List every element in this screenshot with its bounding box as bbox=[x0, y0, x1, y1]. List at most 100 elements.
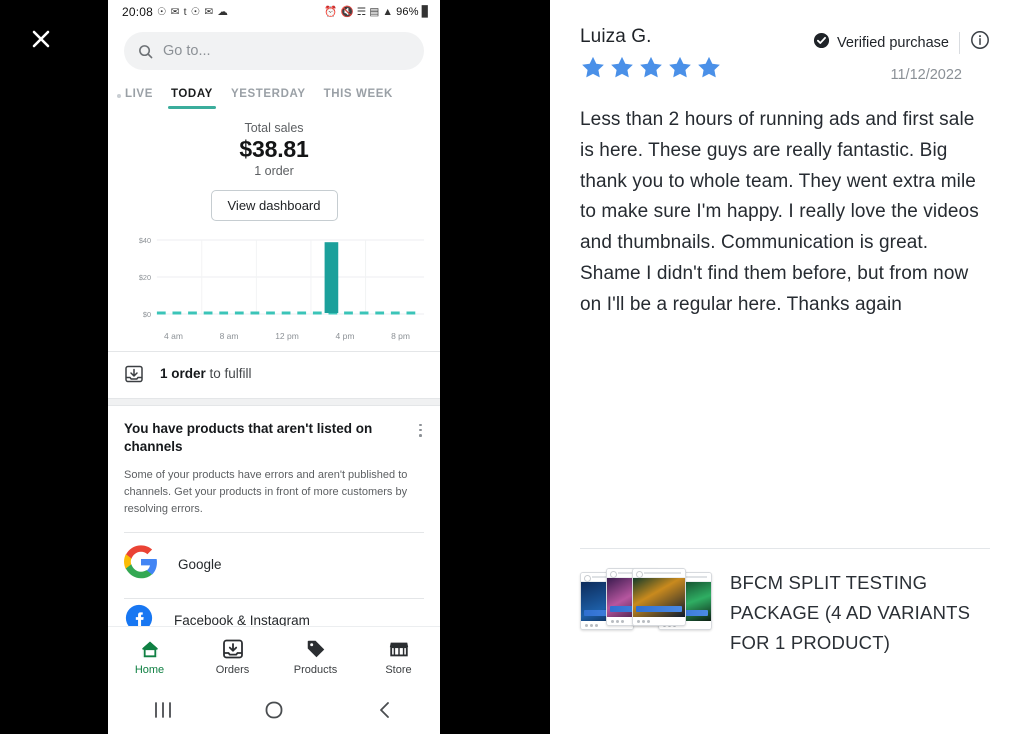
fulfill-count: 1 order bbox=[160, 366, 206, 382]
orders-to-fulfill-row[interactable]: 1 order to fulfill bbox=[108, 352, 440, 398]
close-icon bbox=[31, 29, 51, 49]
mute-icon: 🔇 bbox=[340, 5, 354, 18]
nav-item-products[interactable]: Products bbox=[281, 638, 351, 676]
reviewed-product[interactable]: BFCM SPLIT TESTING PACKAGE (4 AD VARIANT… bbox=[580, 566, 1002, 658]
product-title: BFCM SPLIT TESTING PACKAGE (4 AD VARIANT… bbox=[730, 572, 971, 654]
home-icon bbox=[139, 638, 161, 660]
alarm-icon: ⏰ bbox=[324, 5, 338, 18]
fulfill-text: 1 order to fulfill bbox=[160, 366, 252, 381]
google-icon bbox=[124, 545, 158, 584]
status-time: 20:08 bbox=[122, 5, 154, 19]
alarm-icon: ☉ bbox=[157, 5, 167, 18]
verified-label: Verified purchase bbox=[836, 34, 949, 51]
view-dashboard-button[interactable]: View dashboard bbox=[210, 189, 338, 221]
star-icon bbox=[640, 56, 662, 78]
stat-visitors[interactable]: tors 1 now bbox=[108, 121, 206, 178]
mail-icon: ✉ bbox=[170, 5, 180, 18]
stat-value: 58 bbox=[342, 135, 440, 164]
tab-this-week[interactable]: THIS WEEK bbox=[315, 84, 402, 109]
nav-item-home[interactable]: Home bbox=[115, 638, 185, 676]
info-icon[interactable] bbox=[970, 30, 990, 55]
verified-purchase-badge: Verified purchase bbox=[813, 32, 949, 53]
x-tick: 12 pm bbox=[275, 330, 299, 341]
cloud-icon: ☁ bbox=[217, 5, 229, 18]
bottom-navigation: Home Orders Products Store bbox=[108, 626, 440, 686]
review-panel: Luiza G. Verified purchase 11/12/2022 Le… bbox=[550, 0, 1024, 734]
svg-text:$40: $40 bbox=[139, 236, 151, 245]
sales-chart: $40 $20 $0 4 am 8 am 12 pm 4 pm 8 pm bbox=[108, 223, 440, 343]
stat-label: tors bbox=[108, 121, 206, 135]
android-system-nav bbox=[108, 686, 440, 734]
product-thumbnail bbox=[580, 566, 712, 636]
mail2-icon: ✉ bbox=[204, 5, 214, 18]
stats-row: tors 1 now Total sales $38.81 1 order Se… bbox=[108, 109, 440, 182]
review-header: Luiza G. Verified purchase 11/12/2022 bbox=[580, 26, 990, 83]
phone-screenshot: 20:08 ☉ ✉ t ☉ ✉ ☁ ⏰ 🔇 ☴ ▤ ▲ 96% ▊ Go to.… bbox=[108, 0, 440, 734]
stat-sub: 1 order bbox=[254, 163, 294, 178]
channel-name: Google bbox=[178, 557, 222, 573]
battery-percent: 96% bbox=[396, 6, 419, 18]
stat-total-sales[interactable]: Total sales $38.81 1 order bbox=[206, 121, 342, 178]
divider bbox=[580, 548, 990, 549]
stat-value: $38.81 bbox=[239, 136, 309, 162]
channel-row-facebook[interactable]: Facebook & Instagram bbox=[124, 599, 424, 630]
review-author-block: Luiza G. bbox=[580, 26, 722, 80]
stat-label: Total sales bbox=[244, 121, 304, 135]
tab-yesterday[interactable]: YESTERDAY bbox=[222, 84, 315, 109]
stat-sessions[interactable]: Ses 58 56 v bbox=[342, 121, 440, 178]
chart-x-axis: 4 am 8 am 12 pm 4 pm 8 pm bbox=[114, 328, 426, 341]
channels-card: You have products that aren't listed on … bbox=[108, 406, 440, 630]
star-icon bbox=[611, 56, 633, 78]
review-date: 11/12/2022 bbox=[890, 67, 963, 83]
star-icon bbox=[582, 56, 604, 78]
review-text: Less than 2 hours of running ads and fir… bbox=[580, 109, 979, 315]
search-input[interactable]: Go to... bbox=[124, 32, 424, 70]
x-tick: 4 pm bbox=[335, 330, 355, 341]
svg-text:$0: $0 bbox=[143, 310, 151, 319]
vibrate-icon: ▤ bbox=[369, 5, 380, 18]
dashboard-button-row: View dashboard bbox=[108, 182, 440, 223]
fulfill-rest: to fulfill bbox=[205, 366, 252, 382]
back-icon[interactable] bbox=[355, 701, 415, 719]
x-tick: 4 am bbox=[164, 330, 183, 341]
search-area: Go to... bbox=[108, 24, 440, 76]
review-meta: Verified purchase 11/12/2022 bbox=[813, 26, 990, 83]
recents-icon[interactable] bbox=[133, 701, 193, 719]
nav-label: Home bbox=[134, 663, 165, 676]
nav-label: Store bbox=[385, 663, 412, 676]
star-icon bbox=[698, 56, 720, 78]
tab-live[interactable]: LIVE bbox=[116, 84, 162, 109]
search-placeholder: Go to... bbox=[163, 43, 211, 59]
fulfill-inbox-icon bbox=[124, 364, 144, 384]
verified-check-icon bbox=[813, 32, 830, 53]
stat-label: Ses bbox=[342, 121, 440, 135]
tab-today[interactable]: TODAY bbox=[162, 84, 222, 109]
x-tick: 8 am bbox=[219, 330, 239, 341]
store-icon bbox=[388, 638, 410, 660]
home-circle-icon[interactable] bbox=[244, 700, 304, 720]
search-icon bbox=[138, 44, 153, 59]
wifi-icon: ☴ bbox=[356, 5, 367, 18]
card-body: Some of your products have errors and ar… bbox=[124, 469, 408, 516]
screenshot-root: 20:08 ☉ ✉ t ☉ ✉ ☁ ⏰ 🔇 ☴ ▤ ▲ 96% ▊ Go to.… bbox=[0, 0, 1024, 734]
rating-stars bbox=[580, 55, 722, 80]
review-author: Luiza G. bbox=[580, 26, 652, 47]
nav-item-orders[interactable]: Orders bbox=[198, 638, 268, 676]
svg-text:$20: $20 bbox=[139, 273, 151, 282]
tumblr-icon: t bbox=[183, 5, 187, 18]
nav-item-store[interactable]: Store bbox=[364, 638, 434, 676]
nav-label: Orders bbox=[215, 663, 250, 676]
kebab-menu-icon[interactable] bbox=[417, 420, 424, 441]
x-tick: 8 pm bbox=[391, 330, 410, 341]
close-button[interactable] bbox=[24, 22, 58, 56]
tag-icon bbox=[305, 638, 327, 660]
star-icon bbox=[669, 56, 691, 78]
orders-inbox-icon bbox=[222, 638, 244, 660]
channel-row-google[interactable]: Google bbox=[124, 533, 424, 584]
signal-icon: ▲ bbox=[382, 5, 394, 18]
card-title: You have products that aren't listed on … bbox=[124, 420, 373, 455]
stat-sub: now bbox=[108, 164, 206, 178]
divider bbox=[959, 31, 960, 54]
alarm2-icon: ☉ bbox=[190, 5, 201, 18]
status-bar: 20:08 ☉ ✉ t ☉ ✉ ☁ ⏰ 🔇 ☴ ▤ ▲ 96% ▊ bbox=[108, 0, 440, 24]
